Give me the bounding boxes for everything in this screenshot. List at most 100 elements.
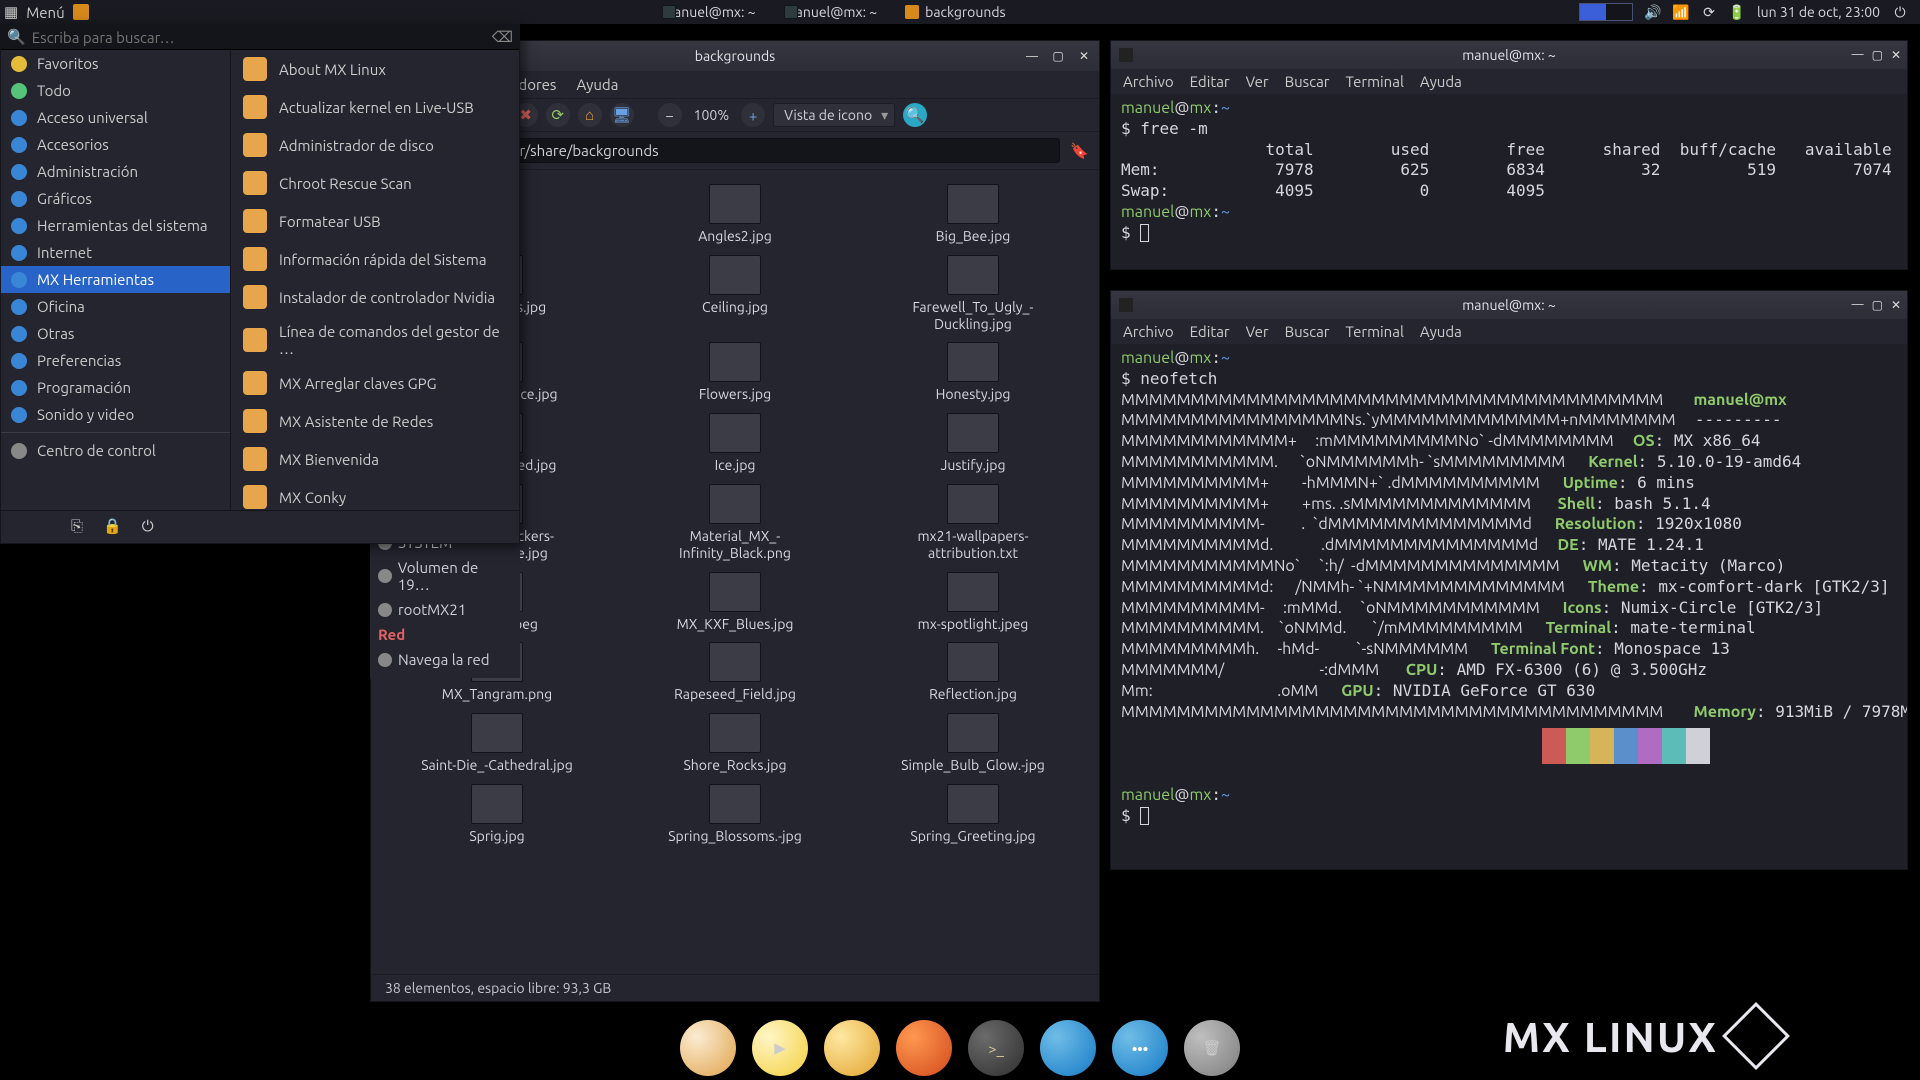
- maximize-button[interactable]: ▢: [1872, 298, 1883, 312]
- more-apps-icon[interactable]: •••: [1112, 1020, 1168, 1076]
- volume-icon[interactable]: 🔊: [1645, 4, 1661, 20]
- menu-category[interactable]: Accesorios: [1, 131, 230, 158]
- menu-category[interactable]: Favoritos: [1, 50, 230, 77]
- terminal-menu-item[interactable]: Ayuda: [1420, 323, 1462, 340]
- bookmark-button[interactable]: 🔖: [1070, 142, 1089, 160]
- terminal-menu-item[interactable]: Buscar: [1285, 73, 1330, 90]
- workspace-switcher[interactable]: [1579, 3, 1633, 21]
- menu-app[interactable]: MX Arreglar claves GPG: [231, 364, 519, 402]
- menu-category[interactable]: Sonido y video: [1, 401, 230, 428]
- menu-category[interactable]: Internet: [1, 239, 230, 266]
- menu-app[interactable]: About MX Linux: [231, 50, 519, 88]
- clock[interactable]: lun 31 de oct, 23:00: [1757, 4, 1880, 20]
- menu-app[interactable]: Administrador de disco: [231, 126, 519, 164]
- reload-button[interactable]: ⟳: [546, 103, 570, 127]
- network-icon[interactable]: 📶: [1673, 4, 1689, 20]
- file-item[interactable]: mx-spotlight.jpeg: [857, 572, 1089, 633]
- mail-icon[interactable]: [680, 1020, 736, 1076]
- file-item[interactable]: mx21-wallpapers-attribution.txt: [857, 484, 1089, 562]
- file-item[interactable]: Saint-Die_-Cathedral.jpg: [381, 713, 613, 774]
- menu-category[interactable]: Herramientas del sistema: [1, 212, 230, 239]
- taskbar-task[interactable]: backgrounds: [905, 4, 1005, 20]
- menu-app[interactable]: MX Asistente de Redes: [231, 402, 519, 440]
- file-item[interactable]: Shore_Rocks.jpg: [619, 713, 851, 774]
- menu-app[interactable]: MX Bienvenida: [231, 440, 519, 478]
- file-item[interactable]: MX_KXF_Blues.jpg: [619, 572, 851, 633]
- menu-icon[interactable]: ▦: [4, 3, 18, 21]
- file-item[interactable]: Ice.jpg: [619, 413, 851, 474]
- terminal-menu-item[interactable]: Editar: [1190, 73, 1230, 90]
- menu-category[interactable]: Otras: [1, 320, 230, 347]
- file-item[interactable]: Honesty.jpg: [857, 342, 1089, 403]
- minimize-button[interactable]: —: [1852, 298, 1864, 312]
- computer-button[interactable]: 🖥: [610, 103, 634, 127]
- file-item[interactable]: Flowers.jpg: [619, 342, 851, 403]
- menu-category[interactable]: Administración: [1, 158, 230, 185]
- firefox-icon[interactable]: [896, 1020, 952, 1076]
- maximize-button[interactable]: ▢: [1049, 48, 1067, 64]
- clear-search-icon[interactable]: ⌫: [492, 28, 513, 46]
- terminal-menu-item[interactable]: Terminal: [1346, 323, 1404, 340]
- menu-category[interactable]: MX Herramientas: [1, 266, 230, 293]
- minimize-button[interactable]: —: [1023, 48, 1041, 64]
- power-icon[interactable]: ⏻: [142, 517, 154, 535]
- minimize-button[interactable]: —: [1852, 48, 1864, 62]
- menu-category[interactable]: Acceso universal: [1, 104, 230, 131]
- menu-category[interactable]: Todo: [1, 77, 230, 104]
- menu-app[interactable]: Información rápida del Sistema: [231, 240, 519, 278]
- control-center[interactable]: Centro de control: [1, 437, 230, 464]
- menu-category[interactable]: Programación: [1, 374, 230, 401]
- zoom-in-button[interactable]: +: [741, 103, 765, 127]
- menu-app[interactable]: Línea de comandos del gestor de …: [231, 316, 519, 364]
- home-button[interactable]: ⌂: [578, 103, 602, 127]
- taskbar-app-icon[interactable]: [73, 4, 89, 20]
- file-item[interactable]: Reflection.jpg: [857, 642, 1089, 703]
- file-item[interactable]: Sprig.jpg: [381, 784, 613, 845]
- updates-icon[interactable]: ⟳: [1701, 4, 1717, 20]
- file-item[interactable]: Rapeseed_Field.jpg: [619, 642, 851, 703]
- file-item[interactable]: Angles2.jpg: [619, 184, 851, 245]
- close-button[interactable]: ✕: [1075, 48, 1093, 64]
- location-input[interactable]: /usr/share/backgrounds: [490, 138, 1060, 163]
- menu-category[interactable]: Preferencias: [1, 347, 230, 374]
- terminal-menu-item[interactable]: Editar: [1190, 323, 1230, 340]
- maximize-button[interactable]: ▢: [1872, 48, 1883, 62]
- document-icon[interactable]: [1040, 1020, 1096, 1076]
- terminal-menu-item[interactable]: Archivo: [1123, 323, 1174, 340]
- tree-item[interactable]: rootMX21: [378, 597, 512, 622]
- file-item[interactable]: Farewell_To_Ugly_-Duckling.jpg: [857, 255, 1089, 333]
- terminal-menu-item[interactable]: Terminal: [1346, 73, 1404, 90]
- terminal-icon[interactable]: >_: [968, 1020, 1024, 1076]
- battery-icon[interactable]: 🔋: [1729, 4, 1745, 20]
- menu-app[interactable]: Chroot Rescue Scan: [231, 164, 519, 202]
- term1-body[interactable]: manuel@mx:~ $ free -m total used free sh…: [1111, 94, 1907, 269]
- menu-category[interactable]: Gráficos: [1, 185, 230, 212]
- terminal-menu-item[interactable]: Ver: [1246, 323, 1269, 340]
- terminal-menu-item[interactable]: Archivo: [1123, 73, 1174, 90]
- files-icon[interactable]: [824, 1020, 880, 1076]
- search-button[interactable]: 🔍: [903, 103, 927, 127]
- terminal-menu-item[interactable]: Ayuda: [1420, 73, 1462, 90]
- file-item[interactable]: Justify.jpg: [857, 413, 1089, 474]
- file-item[interactable]: Material_MX_-Infinity_Black.png: [619, 484, 851, 562]
- close-button[interactable]: ✕: [1891, 48, 1901, 62]
- menu-app[interactable]: Actualizar kernel en Live-USB: [231, 88, 519, 126]
- browse-network[interactable]: Navega la red: [378, 647, 512, 672]
- search-input[interactable]: [32, 29, 492, 46]
- menu-app[interactable]: MX Conky: [231, 478, 519, 510]
- file-item[interactable]: Simple_Bulb_Glow.-jpg: [857, 713, 1089, 774]
- fm-menu-item[interactable]: Ayuda: [576, 76, 618, 93]
- menu-app[interactable]: Instalador de controlador Nvidia: [231, 278, 519, 316]
- close-button[interactable]: ✕: [1891, 298, 1901, 312]
- view-mode-select[interactable]: Vista de icono: [773, 103, 895, 127]
- terminal-menu-item[interactable]: Buscar: [1285, 323, 1330, 340]
- taskbar-task[interactable]: manuel@mx: ~: [662, 4, 756, 20]
- tree-item[interactable]: Volumen de 19…: [378, 555, 512, 597]
- terminal-menu-item[interactable]: Ver: [1246, 73, 1269, 90]
- file-item[interactable]: Spring_Greeting.jpg: [857, 784, 1089, 845]
- media-player-icon[interactable]: ▶: [752, 1020, 808, 1076]
- file-item[interactable]: Ceiling.jpg: [619, 255, 851, 333]
- trash-icon[interactable]: 🗑: [1184, 1020, 1240, 1076]
- logout-icon[interactable]: ⎘: [71, 517, 83, 535]
- menu-app[interactable]: Formatear USB: [231, 202, 519, 240]
